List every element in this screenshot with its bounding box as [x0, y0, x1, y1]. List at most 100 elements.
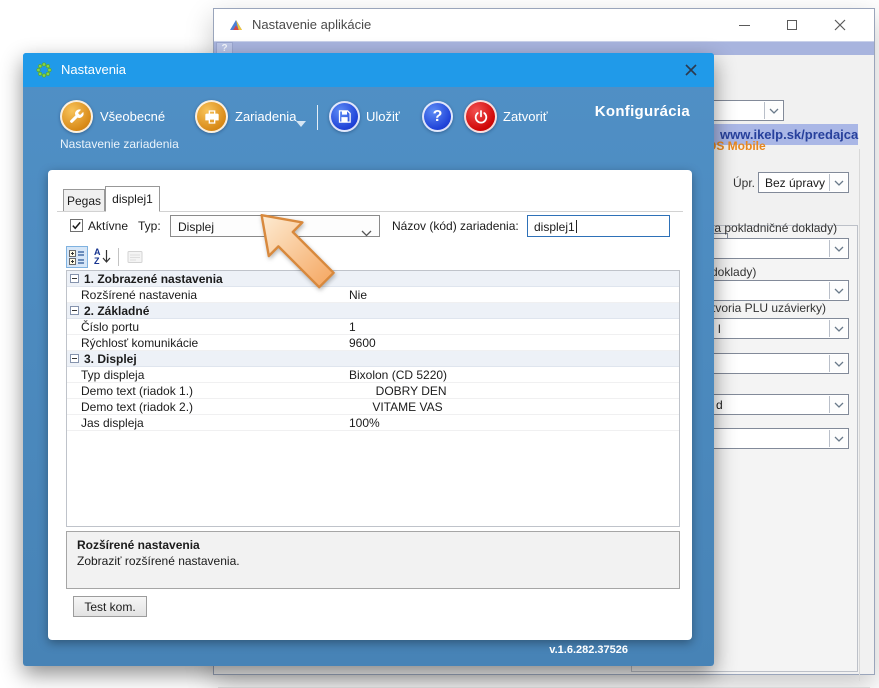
minimize-button[interactable] — [724, 9, 764, 41]
property-value[interactable]: 9600 — [349, 336, 376, 350]
property-value[interactable]: VITAME VAS — [349, 400, 443, 414]
property-category-row[interactable]: 3. Displej — [67, 351, 679, 367]
chevron-down-icon[interactable] — [829, 174, 847, 191]
category-label: 1. Zobrazené nastavenia — [84, 272, 223, 286]
property-row[interactable]: Jas displeja 100% — [67, 415, 679, 431]
upr-label: Úpr. — [733, 176, 755, 190]
section-title: Konfigurácia — [595, 103, 690, 120]
property-value[interactable]: Bixolon (CD 5220) — [349, 368, 447, 382]
chevron-down-icon[interactable] — [764, 102, 782, 119]
device-name-input[interactable]: displej1 — [527, 215, 670, 237]
save-button[interactable] — [329, 101, 360, 132]
property-row[interactable]: Demo text (riadok 1.) DOBRY DEN — [67, 383, 679, 399]
device-name-label: Názov (kód) zariadenia: — [392, 219, 519, 233]
chevron-down-icon[interactable] — [829, 282, 847, 299]
help-button[interactable]: ? — [422, 101, 453, 132]
property-row[interactable]: Rozšírené nastaveniaNie — [67, 287, 679, 303]
tab-displej1[interactable]: displej1 — [105, 186, 160, 212]
description-title: Rozšírené nastavenia — [77, 538, 200, 552]
screen: Nastavenie aplikácie ? www.ikelp.sk/pred… — [0, 0, 879, 688]
app-window-titlebar[interactable]: Nastavenie aplikácie — [214, 9, 874, 41]
chevron-down-icon[interactable] — [361, 224, 372, 242]
collapse-icon[interactable] — [70, 354, 79, 363]
close-app-button-label[interactable]: Zatvoriť — [503, 109, 548, 124]
power-icon — [473, 109, 489, 125]
check-icon — [71, 220, 82, 231]
property-pages-icon — [127, 250, 143, 264]
cash-docs-label: oria pokladničné doklady) — [701, 221, 837, 235]
combo-upr[interactable]: Bez úpravy — [758, 172, 849, 193]
alphabetical-sort-button[interactable]: A Z — [91, 246, 113, 268]
property-name[interactable]: Jas displeja — [81, 416, 335, 430]
settings-close-button[interactable] — [676, 58, 706, 82]
pos-mobile-label: OS Mobile — [707, 139, 766, 153]
property-name[interactable]: Demo text (riadok 1.) — [81, 384, 335, 398]
property-row[interactable]: Demo text (riadok 2.) VITAME VAS — [67, 399, 679, 415]
property-row[interactable]: Rýchlosť komunikácie 9600 — [67, 335, 679, 351]
categorized-icon — [69, 249, 85, 265]
property-value[interactable]: 1 — [349, 320, 356, 334]
test-communication-button[interactable]: Test kom. — [73, 596, 147, 617]
device-name-value: displej1 — [534, 220, 575, 234]
pg-toolbar-separator — [118, 248, 119, 266]
close-icon — [834, 19, 846, 31]
collapse-icon[interactable] — [70, 274, 79, 283]
property-name[interactable]: Číslo portu — [81, 320, 335, 334]
floppy-icon — [337, 109, 352, 124]
combo-plu-value: l — [718, 322, 721, 336]
category-label: 2. Základné — [84, 304, 149, 318]
property-category-row[interactable]: 2. Základné — [67, 303, 679, 319]
chevron-down-icon[interactable] — [829, 240, 847, 257]
devices-button-label[interactable]: Zariadenia — [235, 109, 296, 124]
version-label: v.1.6.282.37526 — [549, 644, 628, 656]
tab-pegas[interactable]: Pegas — [63, 189, 105, 211]
collapse-icon[interactable] — [70, 306, 79, 315]
type-label: Typ: — [138, 219, 161, 233]
property-value[interactable]: DOBRY DEN — [349, 384, 447, 398]
toolbar-separator — [317, 105, 318, 130]
type-combo-value: Displej — [178, 220, 214, 234]
settings-dialog: Nastavenia Všeobecné Zariadenia — [23, 53, 714, 666]
property-value[interactable]: 100% — [349, 416, 380, 430]
property-category-row[interactable]: 1. Zobrazené nastavenia — [67, 271, 679, 287]
panel-edge-line — [859, 149, 860, 681]
chevron-down-icon[interactable] — [829, 430, 847, 447]
property-value[interactable]: Nie — [349, 288, 367, 302]
text-caret — [576, 220, 577, 233]
chevron-down-icon[interactable] — [829, 396, 847, 413]
highlight-arrow-cursor — [240, 208, 340, 308]
close-window-button[interactable] — [820, 9, 860, 41]
device-settings-panel: Pegas displej1 Aktívne Typ: Displej Názo… — [48, 170, 692, 640]
property-row[interactable]: Číslo portu 1 — [67, 319, 679, 335]
devices-button[interactable] — [195, 100, 228, 133]
general-button-label[interactable]: Všeobecné — [100, 109, 165, 124]
minimize-icon — [739, 25, 750, 26]
maximize-button[interactable] — [772, 9, 812, 41]
active-checkbox-label[interactable]: Aktívne — [88, 219, 128, 233]
chevron-down-icon[interactable] — [829, 320, 847, 337]
maximize-icon — [787, 20, 797, 30]
printer-icon — [204, 109, 220, 125]
property-grid[interactable]: 1. Zobrazené nastaveniaRozšírené nastave… — [66, 270, 680, 527]
settings-titlebar[interactable]: Nastavenia — [23, 53, 714, 87]
property-name[interactable]: Demo text (riadok 2.) — [81, 400, 335, 414]
property-pages-button — [124, 246, 146, 268]
property-name[interactable]: Typ displeja — [81, 368, 335, 382]
app-logo-icon — [228, 17, 244, 33]
description-text: Zobraziť rozšírené nastavenia. — [77, 554, 240, 568]
categorized-view-button[interactable] — [66, 246, 88, 268]
active-checkbox[interactable] — [70, 219, 83, 232]
general-button[interactable] — [60, 100, 93, 133]
property-row[interactable]: Typ displeja Bixolon (CD 5220) — [67, 367, 679, 383]
close-icon — [684, 63, 698, 77]
combo-upr-value: Bez úpravy — [765, 176, 825, 190]
settings-app-icon — [36, 62, 52, 78]
question-icon: ? — [433, 108, 443, 126]
combo-6-value: d — [716, 398, 723, 412]
save-button-label[interactable]: Uložiť — [366, 109, 400, 124]
close-app-button[interactable] — [464, 100, 497, 133]
category-label: 3. Displej — [84, 352, 137, 366]
chevron-down-icon[interactable] — [829, 355, 847, 372]
property-name[interactable]: Rýchlosť komunikácie — [81, 336, 335, 350]
devices-dropdown-chevron-icon[interactable] — [296, 114, 306, 132]
